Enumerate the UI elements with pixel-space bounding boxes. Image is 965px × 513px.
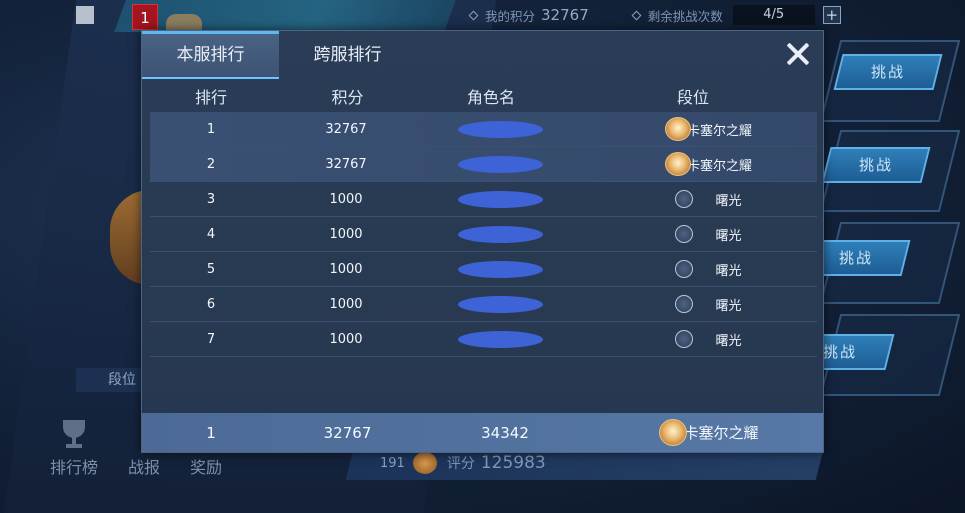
nav-rewards[interactable]: 奖励 [190,454,222,478]
header-tier: 段位 [676,88,709,107]
table-row[interactable]: 7 1000 曙光 [150,322,817,357]
diamond-icon [631,10,642,20]
my-score: 32767 [323,423,372,442]
row-tier: 曙光 [715,298,742,314]
top-stats-bar: 我的积分 32767 剩余挑战次数 4/5 + [468,4,841,26]
table-header: 排行 积分 角色名 段位 [142,80,823,112]
row-tier: 曙光 [715,228,742,244]
row-rank: 2 [206,156,216,172]
row-score: 1000 [329,261,363,277]
tab-cross-server-ranking[interactable]: 跨服排行 [279,31,416,79]
row-tier: 曙光 [715,193,742,209]
silver-badge-icon [675,295,694,313]
rank-label: 段位 [76,368,146,392]
my-tier: 卡塞尔之耀 [683,424,759,442]
add-challenges-button[interactable]: + [822,6,841,24]
my-rank: 1 [206,423,216,442]
tier-badge-icon [412,452,437,474]
row-score: 1000 [329,191,363,207]
diamond-icon [468,10,479,20]
my-name: 34342 [481,423,529,442]
table-row[interactable]: 2 32767 卡塞尔之耀 [150,147,817,182]
row-rank: 4 [206,226,216,242]
name-redacted [457,155,543,173]
row-tier: 曙光 [715,263,742,279]
table-row[interactable]: 6 1000 曙光 [150,287,817,322]
row-score: 32767 [325,121,367,137]
table-row[interactable]: 4 1000 曙光 [150,217,817,252]
name-redacted [457,120,543,138]
nav-leaderboard[interactable]: 排行榜 [50,420,98,478]
player-info: 191 评分 125983 [380,452,546,474]
rating-label: 评分 [446,456,475,472]
header-rank: 排行 [194,88,227,107]
row-tier: 卡塞尔之耀 [686,123,752,139]
rating-value: 125983 [480,453,546,473]
nav-leaderboard-label: 排行榜 [50,458,99,477]
row-rank: 1 [206,121,216,137]
silver-badge-icon [675,330,694,348]
nav-battle-report-label: 战报 [128,458,161,477]
gold-badge-icon [664,152,691,176]
leaderboard-dialog: 本服排行 跨服排行 排行 积分 角色名 段位 1 32767 卡塞尔之耀 2 3… [141,30,824,453]
name-redacted [457,295,543,313]
row-tier: 曙光 [715,333,742,349]
silver-badge-icon [675,190,694,208]
challenge-button[interactable]: 挑战 [821,147,931,183]
my-score-value: 32767 [541,6,589,24]
row-score: 1000 [329,331,363,347]
gold-badge-icon [664,117,691,141]
row-score: 1000 [329,296,363,312]
challenge-button[interactable]: 挑战 [833,54,943,90]
table-row[interactable]: 5 1000 曙光 [150,252,817,287]
table-row[interactable]: 3 1000 曙光 [150,182,817,217]
name-redacted [457,225,543,243]
silver-badge-icon [675,260,694,278]
my-score-label: 我的积分 [485,8,536,24]
trophy-icon [57,420,91,450]
nav-battle-report[interactable]: 战报 [128,454,160,478]
tab-bar: 本服排行 跨服排行 [142,31,416,79]
player-level: 191 [380,455,405,471]
tab-local-ranking[interactable]: 本服排行 [142,31,279,79]
remaining-challenges-label: 剩余挑战次数 [647,8,723,24]
name-redacted [457,260,543,278]
ranking-list: 1 32767 卡塞尔之耀 2 32767 卡塞尔之耀 3 1000 曙光 4 … [150,112,817,357]
header-score: 积分 [331,88,364,107]
name-redacted [457,330,543,348]
row-score: 1000 [329,226,363,242]
name-redacted [457,190,543,208]
row-rank: 6 [206,296,216,312]
nav-rewards-label: 奖励 [190,458,223,477]
row-rank: 7 [206,331,216,347]
table-row[interactable]: 1 32767 卡塞尔之耀 [150,112,817,147]
close-icon[interactable] [785,41,811,67]
row-rank: 5 [206,261,216,277]
notification-badge: 1 [132,4,158,30]
header-name: 角色名 [466,88,515,107]
remaining-challenges-value: 4/5 [732,5,815,25]
menu-square[interactable] [76,6,94,24]
row-score: 32767 [325,156,367,172]
row-rank: 3 [206,191,216,207]
row-tier: 卡塞尔之耀 [686,158,752,174]
silver-badge-icon [675,225,694,243]
my-ranking-row: 1 32767 34342 卡塞尔之耀 [142,413,823,452]
